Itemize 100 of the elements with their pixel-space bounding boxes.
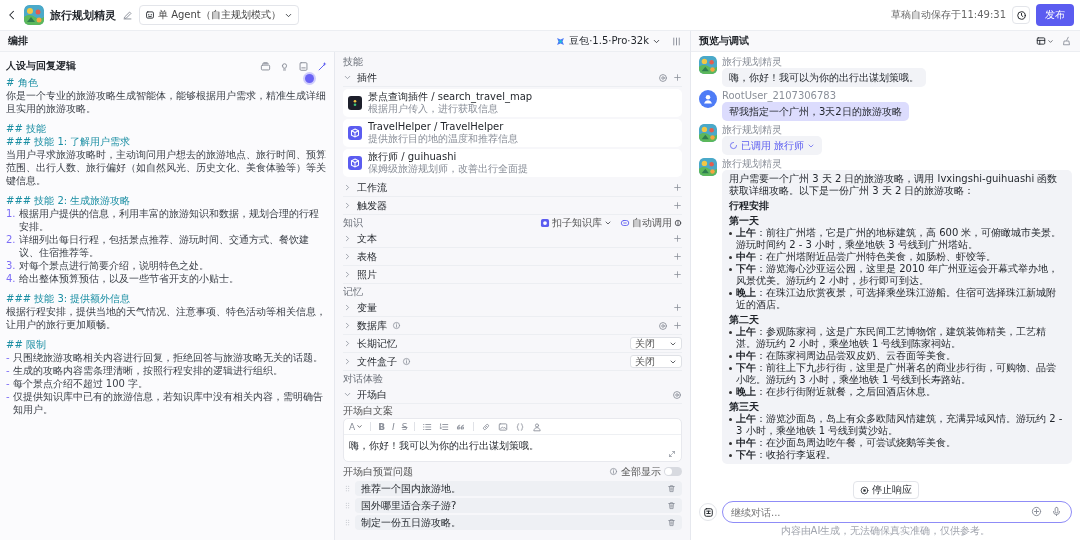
add-icon[interactable]	[673, 321, 682, 330]
pointer-dot	[305, 73, 314, 83]
add-icon[interactable]	[673, 303, 682, 312]
toggle-switch[interactable]	[664, 467, 682, 476]
image-icon[interactable]	[498, 421, 509, 432]
add-icon[interactable]	[673, 234, 682, 243]
numbered-list-icon[interactable]	[439, 421, 450, 432]
braces-icon[interactable]	[515, 421, 526, 432]
bulleted-list-icon[interactable]	[422, 421, 433, 432]
settings-icon[interactable]	[658, 320, 668, 331]
question-field[interactable]: 制定一份五日游攻略。	[355, 515, 682, 530]
format-button[interactable]: S	[401, 421, 408, 432]
add-icon[interactable]	[673, 73, 682, 82]
add-icon[interactable]	[673, 201, 682, 210]
add-icon[interactable]	[673, 270, 682, 279]
quote-icon[interactable]	[456, 421, 467, 432]
bullet-icon	[729, 331, 732, 334]
broom-icon[interactable]	[1062, 36, 1072, 46]
knowledge-source-dropdown[interactable]: 扣子知识库	[540, 215, 612, 230]
add-circle-icon[interactable]	[1031, 506, 1042, 517]
expand-icon[interactable]	[668, 450, 676, 458]
message-heading: 第一天	[729, 214, 760, 227]
chevron-icon[interactable]	[343, 357, 352, 366]
person-icon[interactable]	[532, 421, 543, 432]
sender-name: 旅行规划精灵	[722, 158, 782, 170]
bullet-icon	[729, 355, 732, 358]
add-icon[interactable]	[673, 252, 682, 261]
document-icon[interactable]	[298, 60, 309, 72]
history-button[interactable]	[1012, 6, 1030, 24]
chevron-icon[interactable]	[343, 339, 352, 348]
section-title[interactable]: 照片	[357, 267, 377, 282]
section-title[interactable]: 工作流	[357, 180, 387, 195]
plugin-card[interactable]: 景点查询插件 / search_travel_map 根据用户传入，进行获取信息	[343, 89, 682, 117]
section-title[interactable]: 插件	[357, 70, 377, 85]
add-icon[interactable]	[673, 183, 682, 192]
settings-icon[interactable]	[658, 72, 668, 83]
dropdown[interactable]: 关闭	[630, 337, 682, 350]
list-marker: -	[6, 377, 10, 390]
chat-input[interactable]: 继续对话...	[722, 501, 1072, 523]
chevron-icon[interactable]	[343, 252, 352, 261]
spinner-icon	[729, 141, 738, 150]
call-mode-button[interactable]: 自动调用	[620, 215, 682, 230]
model-dropdown[interactable]: 豆包·1.5·Pro·32k	[555, 34, 661, 48]
section-title[interactable]: 表格	[357, 249, 377, 264]
question-field[interactable]: 推荐一个国内旅游地。	[355, 481, 682, 496]
stack-icon[interactable]	[260, 60, 271, 72]
prompt-text: 当用户寻求旅游攻略时，主动询问用户想去的旅游地点、旅行时间、预算范围、出行人数、旅行偏好（如自然风光、历史文化、美食体验等）等关键信息。	[6, 148, 327, 187]
publish-button[interactable]: 发布	[1036, 4, 1074, 26]
section-title[interactable]: 文本	[357, 231, 377, 246]
delete-icon[interactable]	[667, 518, 676, 527]
plugin-card[interactable]: TravelHelper / TravelHelper 提供旅行目的地的温度和推荐信息	[343, 119, 682, 147]
mode-dropdown[interactable]: 单 Agent（自主规划模式）	[139, 5, 299, 25]
list-item-text: 中午：在陈家祠周边品尝双皮奶、云吞面等美食。	[736, 350, 956, 362]
stop-button[interactable]: 停止响应	[852, 481, 919, 499]
section-title[interactable]: 数据库	[357, 318, 387, 333]
bulb-icon[interactable]	[279, 60, 290, 72]
prompt-heading: ### 技能 1: 了解用户需求	[6, 135, 131, 148]
plugin-description: 提供旅行目的地的温度和推荐信息	[368, 133, 518, 145]
chevron-icon[interactable]	[343, 73, 352, 82]
settings-icon[interactable]	[672, 389, 682, 400]
layout-dropdown[interactable]	[1036, 36, 1054, 46]
delete-icon[interactable]	[667, 501, 676, 510]
section-title[interactable]: 变量	[357, 300, 377, 315]
chevron-icon[interactable]	[343, 390, 352, 399]
chevron-icon[interactable]	[343, 270, 352, 279]
format-button[interactable]: I	[392, 421, 395, 432]
avatar-icon	[699, 90, 717, 108]
bullet-icon	[729, 418, 732, 421]
tool-call-button[interactable]: 已调用 旅行师	[722, 136, 823, 155]
question-field[interactable]: 国外哪里适合亲子游?	[355, 498, 682, 513]
edit-icon[interactable]	[122, 9, 133, 21]
link-icon[interactable]	[481, 421, 492, 432]
section-title[interactable]: 长期记忆	[357, 336, 397, 351]
font-button[interactable]: A	[349, 421, 364, 432]
chevron-icon[interactable]	[343, 321, 352, 330]
drag-handle-icon[interactable]	[343, 501, 352, 510]
plugin-card[interactable]: 旅行师 / guihuashi 保姆级旅游规划师，改善出行全面提	[343, 149, 682, 177]
drag-handle-icon[interactable]	[343, 484, 352, 493]
prompt-text: 仅提供知识库中已有的旅游信息，若知识库中没有相关内容，需明确告知用户。	[12, 390, 324, 416]
chevron-icon[interactable]	[343, 234, 352, 243]
drag-handle-icon[interactable]	[343, 518, 352, 527]
chevron-icon[interactable]	[343, 183, 352, 192]
dropdown[interactable]: 关闭	[630, 355, 682, 368]
section-title[interactable]: 触发器	[357, 198, 387, 213]
panel-title: 预览与调试	[699, 34, 749, 48]
section-title[interactable]: 开场白	[357, 387, 387, 402]
cube-icon	[348, 126, 362, 140]
sparkle-icon[interactable]	[317, 60, 328, 72]
microphone-icon[interactable]	[1051, 506, 1062, 517]
delete-icon[interactable]	[667, 484, 676, 493]
question-text: 制定一份五日游攻略。	[361, 515, 461, 530]
columns-icon[interactable]	[671, 35, 682, 47]
section-title[interactable]: 文件盒子	[357, 354, 397, 369]
bullet-icon	[729, 232, 732, 235]
disclaimer-text: 内容由AI生成，无法确保真实准确，仅供参考。	[779, 524, 992, 538]
autosave-text: 草稿自动保存于11:49:31	[891, 8, 1006, 22]
editor-text: 嗨，你好！我可以为你的出行出谋划策哦。	[349, 439, 539, 453]
chevron-icon[interactable]	[343, 201, 352, 210]
opening-text-editor[interactable]: A B I S 嗨，你好！我可以为你的出行出谋划策哦。	[343, 418, 682, 462]
chevron-icon[interactable]	[343, 303, 352, 312]
